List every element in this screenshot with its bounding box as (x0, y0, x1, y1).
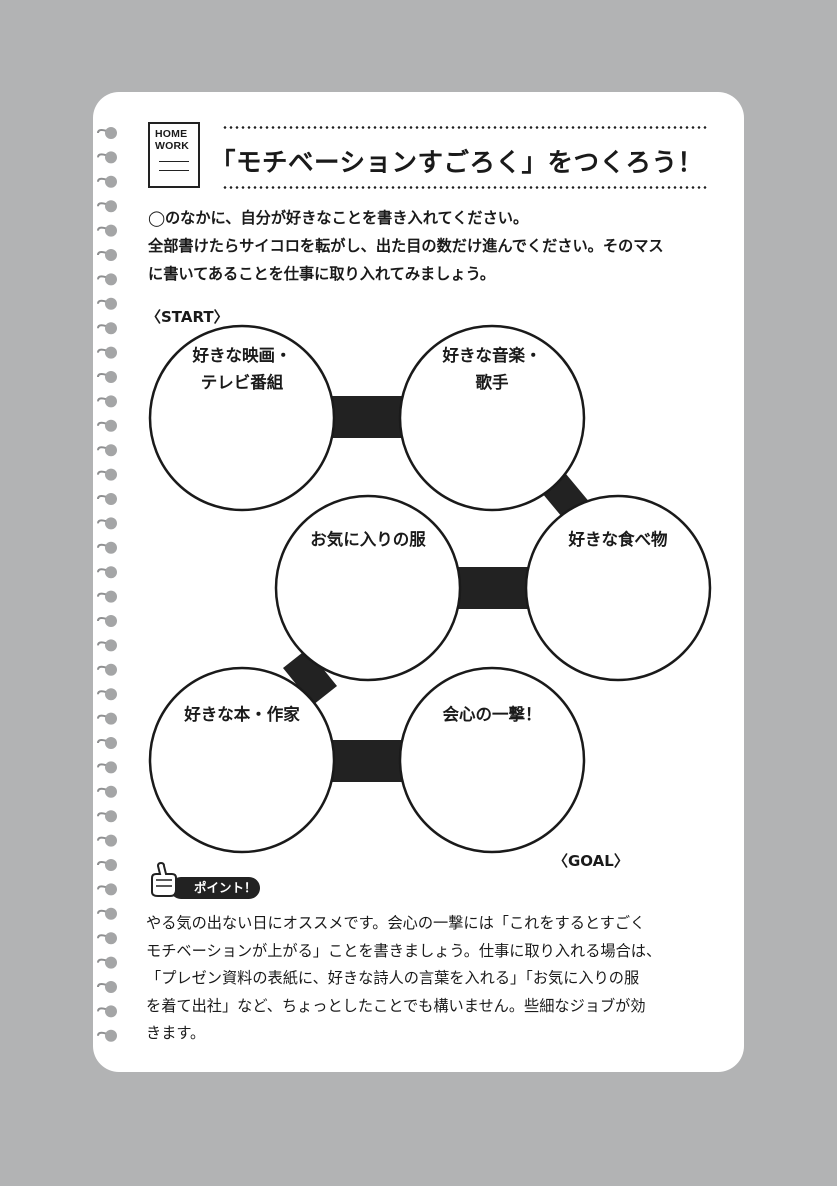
board-square (274, 494, 462, 682)
point-text: やる気の出ない日にオススメです。会心の一撃には「これをするとすごく モチベーショ… (146, 910, 726, 1048)
point-text-line: モチベーションが上がる」ことを書きましょう。仕事に取り入れる場合は、 (146, 941, 662, 960)
square-label-music: 好きな音楽・ 歌手 (442, 346, 542, 392)
square-label-food: 好きな食べ物 (568, 530, 668, 549)
page: HOME WORK 「モチベーションすごろく」をつくろう！ ◯のなかに、自分が好… (0, 0, 837, 1186)
connector (325, 740, 409, 782)
square-label-clothes: お気に入りの服 (310, 530, 426, 549)
point-text-line: を着て出社」など、ちょっとしたことでも構いません。些細なジョブが効 (146, 996, 646, 1015)
point-text-line: 「プレゼン資料の表紙に、好きな詩人の言葉を入れる」「お気に入りの服 (146, 969, 640, 987)
point-badge: ポイント！ (170, 877, 260, 899)
board-square (524, 494, 712, 682)
square-label-books: 好きな本・作家 (184, 705, 300, 724)
point-badge-label: ポイント！ (194, 880, 257, 895)
board-square (398, 666, 586, 854)
square-label-critical-hit: 会心の一撃！ (442, 705, 542, 724)
board-square (148, 666, 336, 854)
pointing-hand-icon (151, 862, 177, 897)
goal-label: 〈GOAL〉 (553, 852, 629, 870)
connector (452, 567, 536, 609)
square-label-movies: 好きな映画・ テレビ番組 (192, 346, 292, 392)
point-text-line: きます。 (146, 1024, 206, 1042)
point-text-line: やる気の出ない日にオススメです。会心の一撃には「これをするとすごく (146, 914, 646, 932)
connector (325, 396, 409, 438)
